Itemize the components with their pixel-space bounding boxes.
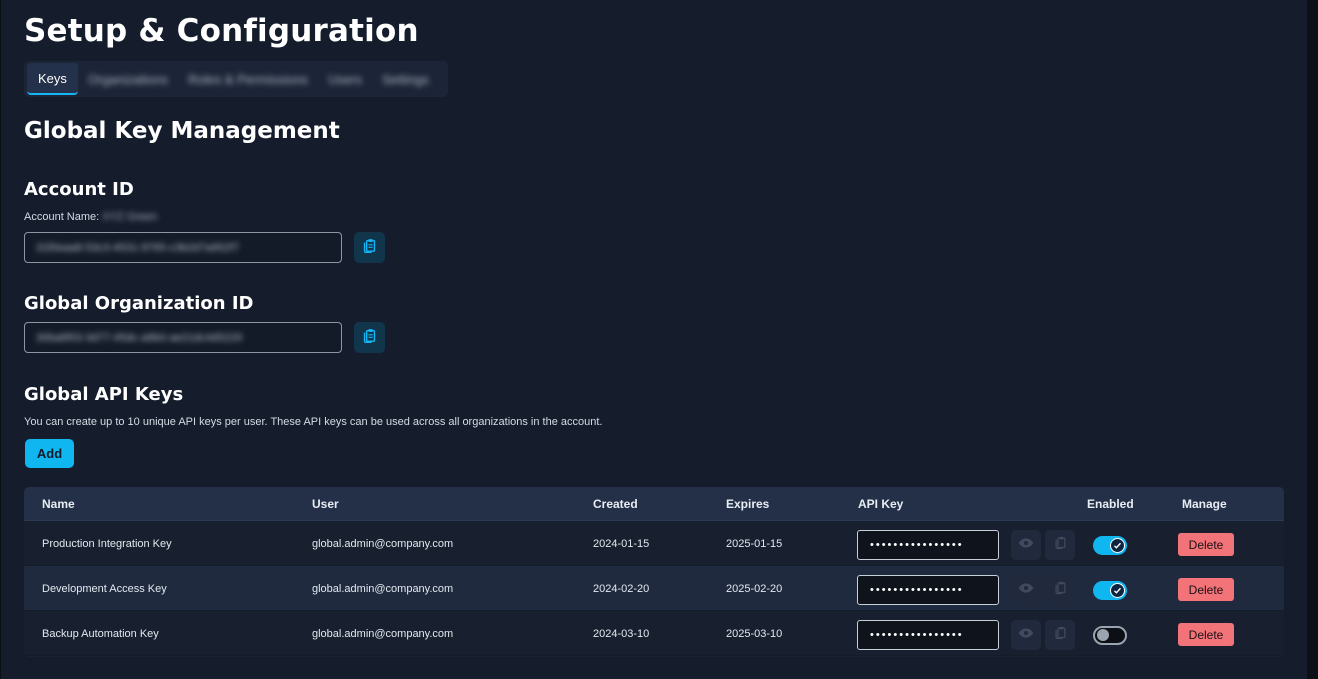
clipboard-icon — [361, 237, 378, 259]
column-header-created: Created — [593, 497, 638, 511]
key-created: 2024-02-20 — [593, 583, 650, 595]
api-keys-table: Name User Created Expires API Key Enable… — [24, 487, 1284, 657]
tab-organizations[interactable]: Organizations — [78, 63, 178, 95]
column-header-manage: Manage — [1182, 497, 1227, 511]
table-row: Production Integration Key global.admin@… — [24, 521, 1284, 566]
account-name-label: Account Name: XYZ Green — [24, 211, 158, 223]
reveal-key-button[interactable] — [1011, 530, 1041, 560]
account-id-field[interactable]: 31f0eaa8-53c3-4531-9765-c3b2d7a952f7 — [24, 232, 342, 263]
key-name: Development Access Key — [42, 583, 167, 595]
clipboard-icon — [1053, 535, 1068, 555]
copy-org-id-button[interactable] — [354, 322, 385, 353]
key-created: 2024-01-15 — [593, 538, 650, 550]
tab-bar: Keys Organizations Roles & Permissions U… — [24, 61, 448, 97]
key-expires: 2025-02-20 — [726, 583, 783, 595]
account-name-value: XYZ Green — [102, 211, 158, 223]
table-row: Development Access Key global.admin@comp… — [24, 566, 1284, 611]
page-title: Setup & Configuration — [24, 13, 419, 49]
key-created: 2024-03-10 — [593, 628, 650, 640]
org-id-heading: Global Organization ID — [24, 293, 254, 314]
enabled-toggle[interactable] — [1093, 626, 1127, 645]
section-title: Global Key Management — [24, 118, 340, 144]
delete-key-button[interactable]: Delete — [1178, 578, 1234, 601]
key-name: Backup Automation Key — [42, 628, 159, 640]
tab-roles-permissions[interactable]: Roles & Permissions — [178, 63, 318, 95]
key-user: global.admin@company.com — [312, 628, 454, 640]
column-header-enabled: Enabled — [1087, 497, 1134, 511]
delete-key-button[interactable]: Delete — [1178, 533, 1234, 556]
api-key-field[interactable]: •••••••••••••••• — [857, 530, 999, 560]
key-user: global.admin@company.com — [312, 583, 454, 595]
table-row: Backup Automation Key global.admin@compa… — [24, 611, 1284, 656]
key-name: Production Integration Key — [42, 538, 172, 550]
account-id-heading: Account ID — [24, 179, 134, 200]
table-header: Name User Created Expires API Key Enable… — [24, 487, 1284, 521]
delete-key-button[interactable]: Delete — [1178, 623, 1234, 646]
reveal-key-button[interactable] — [1011, 575, 1041, 605]
add-api-key-button[interactable]: Add — [25, 439, 74, 468]
enabled-toggle[interactable] — [1093, 536, 1127, 555]
key-expires: 2025-03-10 — [726, 628, 783, 640]
enabled-toggle[interactable] — [1093, 581, 1127, 600]
tab-settings[interactable]: Settings — [372, 63, 439, 95]
column-header-user: User — [312, 497, 339, 511]
clipboard-icon — [1053, 580, 1068, 600]
check-icon — [1113, 537, 1122, 555]
check-icon — [1113, 582, 1122, 600]
copy-account-id-button[interactable] — [354, 232, 385, 263]
window-edge — [1307, 0, 1318, 679]
tab-users[interactable]: Users — [318, 63, 372, 95]
eye-icon — [1018, 580, 1034, 601]
column-header-expires: Expires — [726, 497, 770, 511]
api-key-field[interactable]: •••••••••••••••• — [857, 620, 999, 650]
column-header-name: Name — [42, 497, 75, 511]
column-header-api-key: API Key — [858, 497, 904, 511]
org-id-field[interactable]: 30ba6f03-3d77-45dc-a9b0-ae21dc4d5229 — [24, 322, 342, 353]
key-expires: 2025-01-15 — [726, 538, 783, 550]
main-panel: Setup & Configuration Keys Organizations… — [1, 0, 1307, 679]
eye-icon — [1018, 535, 1034, 556]
tab-keys[interactable]: Keys — [27, 63, 78, 95]
api-keys-description: You can create up to 10 unique API keys … — [24, 416, 603, 428]
key-user: global.admin@company.com — [312, 538, 454, 550]
clipboard-icon — [1053, 625, 1068, 645]
clipboard-icon — [361, 327, 378, 349]
copy-key-button[interactable] — [1045, 575, 1075, 605]
copy-key-button[interactable] — [1045, 530, 1075, 560]
copy-key-button[interactable] — [1045, 620, 1075, 650]
reveal-key-button[interactable] — [1011, 620, 1041, 650]
eye-icon — [1018, 625, 1034, 646]
api-key-field[interactable]: •••••••••••••••• — [857, 575, 999, 605]
api-keys-heading: Global API Keys — [24, 384, 184, 405]
